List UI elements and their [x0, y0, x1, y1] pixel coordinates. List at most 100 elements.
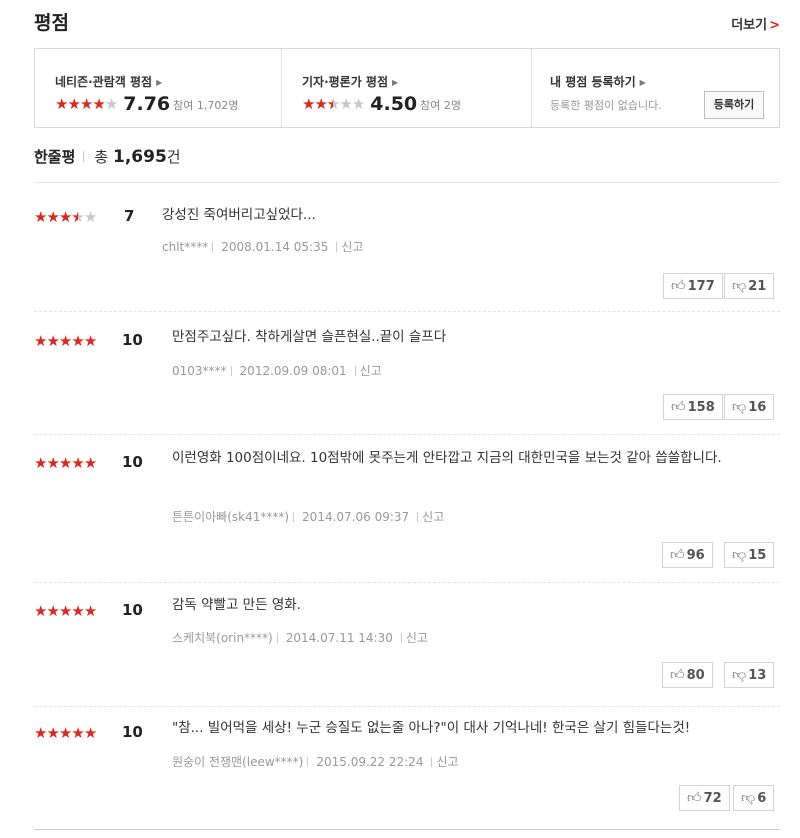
star-icon: ★: [71, 602, 84, 620]
review-section-title: 한줄평: [34, 148, 76, 166]
netizen-count: 참여 1,702명: [173, 99, 239, 112]
dislike-button[interactable]: 👎︎ 16: [724, 394, 775, 420]
report-link[interactable]: 신고: [436, 755, 458, 769]
like-button[interactable]: 👍︎ 177: [663, 273, 723, 299]
netizen-rating-label: 네티즌·관람객 평점: [55, 75, 153, 89]
review-total-prefix: 총: [94, 148, 109, 166]
divider: [293, 512, 295, 522]
dislike-button[interactable]: 👎︎ 13: [724, 662, 775, 688]
star-icon: ★: [34, 454, 47, 472]
my-rating: 내 평점 등록하기 ▶ 등록한 평점이 없습니다. 등록하기: [532, 49, 779, 127]
star-icon: ★: [34, 602, 47, 620]
star-icon: ★: [34, 208, 47, 226]
star-icon: ★: [58, 724, 72, 742]
review-meta: 원숭이 전쟁맨(leew****) 2015.09.22 22:24 신고: [172, 753, 459, 770]
review-meta: 튼튼이아빠(sk41****) 2014.07.06 09:37 신고: [172, 508, 444, 525]
star-icon: ★: [34, 332, 47, 350]
chevron-right-icon: >: [769, 18, 780, 33]
critic-rating-label: 기자·평론가 평점: [302, 75, 389, 89]
thumbs-up-icon: 👍︎: [671, 399, 686, 415]
thumbs-down-icon: 👎︎: [741, 790, 756, 806]
dislike-button[interactable]: 👎︎ 15: [724, 542, 775, 568]
star-icon: ★: [55, 95, 68, 113]
thumbs-down-icon: 👎︎: [732, 547, 747, 563]
star-icon: ★: [302, 95, 315, 113]
star-icon: ★: [71, 208, 84, 226]
dislike-count: 13: [748, 668, 767, 683]
review-score: 10: [122, 331, 143, 349]
star-icon: ★: [83, 454, 97, 472]
review-date: 2012.09.09 08:01: [239, 364, 347, 378]
review-text: 만점주고싶다. 착하게살면 슬픈현실..끝이 슬프다: [172, 329, 447, 345]
review-meta: chlt**** 2008.01.14 05:35 신고: [162, 238, 363, 255]
star-icon: ★: [34, 724, 47, 742]
star-icon: ★: [67, 95, 80, 113]
review-score: 10: [122, 601, 143, 619]
star-icon: ★: [339, 95, 352, 113]
star-icon: ★: [83, 602, 97, 620]
star-icon: ★: [83, 208, 97, 226]
header: 평점 더보기 >: [34, 8, 780, 36]
report-link[interactable]: 신고: [341, 240, 363, 254]
report-link[interactable]: 신고: [360, 364, 382, 378]
star-icon: ★: [314, 95, 327, 113]
review-star-rating: ★★★★★: [34, 454, 97, 472]
thumbs-down-icon: 👎︎: [732, 667, 747, 683]
review-item: ★★★★★ 10 이런영화 100점이네요. 10점밖에 못주는게 안타깝고 지금의…: [34, 435, 780, 583]
like-button[interactable]: 👍︎ 72: [679, 785, 730, 811]
more-link[interactable]: 더보기 >: [731, 14, 780, 33]
review-item: ★★★★★ 10 "참... 빌어먹을 세상! 누군 승질도 없는줄 아나?"이 대…: [34, 707, 780, 829]
review-text: "참... 빌어먹을 세상! 누군 승질도 없는줄 아나?"이 대사 기억나네!…: [172, 720, 691, 736]
star-rating: ★★★★★: [302, 93, 365, 115]
like-button[interactable]: 👍︎ 158: [663, 394, 723, 420]
arrow-right-icon: ▶: [392, 78, 399, 87]
review-text: 감독 약빨고 만든 영화.: [172, 597, 301, 613]
star-icon: ★: [46, 602, 59, 620]
review-item: ★★★★★ 10 만점주고싶다. 착하게살면 슬픈현실..끝이 슬프다 0103***…: [34, 312, 780, 435]
star-icon: ★: [71, 454, 84, 472]
page-title: 평점: [34, 12, 69, 34]
review-total-suffix: 건: [166, 148, 181, 166]
review-count-header: 한줄평 총 1,695건: [34, 146, 181, 170]
review-author: 튼튼이아빠(sk41****): [172, 510, 290, 524]
star-icon: ★: [46, 208, 59, 226]
divider: [307, 757, 309, 767]
my-rating-label: 내 평점 등록하기: [550, 75, 636, 89]
divider: [417, 512, 419, 522]
thumbs-up-icon: 👍︎: [670, 547, 685, 563]
like-count: 80: [686, 668, 705, 683]
star-icon: ★: [46, 724, 59, 742]
review-star-rating: ★★★★★: [34, 332, 97, 350]
dislike-button[interactable]: 👎︎ 21: [724, 273, 775, 299]
report-link[interactable]: 신고: [406, 631, 428, 645]
like-button[interactable]: 👍︎ 80: [662, 662, 713, 688]
divider: [34, 829, 780, 830]
divider: [400, 633, 402, 643]
netizen-rating: 네티즌·관람객 평점 ▶ ★★★★★ 7.76 참여 1,702명: [35, 49, 282, 127]
star-icon: ★: [104, 95, 118, 113]
netizen-rating-link[interactable]: 네티즌·관람객 평점 ▶: [55, 73, 162, 90]
like-count: 72: [703, 791, 722, 806]
critic-score: 4.50: [370, 93, 418, 115]
star-icon: ★: [58, 208, 72, 226]
register-button[interactable]: 등록하기: [704, 91, 764, 119]
star-rating: ★★★★★: [55, 93, 118, 115]
star-icon: ★: [58, 602, 72, 620]
divider: [354, 366, 356, 376]
dislike-button[interactable]: 👎︎ 6: [733, 785, 775, 811]
report-link[interactable]: 신고: [422, 510, 444, 524]
review-date: 2015.09.22 22:24: [316, 755, 424, 769]
dislike-count: 21: [748, 279, 767, 294]
rating-summary: 네티즌·관람객 평점 ▶ ★★★★★ 7.76 참여 1,702명 기자·평론가 평점…: [34, 48, 780, 128]
star-icon: ★: [46, 332, 59, 350]
my-rating-empty-text: 등록한 평점이 없습니다.: [550, 99, 662, 112]
dislike-count: 16: [748, 400, 767, 415]
dislike-count: 15: [748, 548, 767, 563]
critic-count: 참여 2명: [420, 99, 462, 112]
like-button[interactable]: 👍︎ 96: [662, 542, 713, 568]
review-total-count: 1,695: [113, 147, 167, 167]
like-count: 177: [687, 279, 715, 294]
star-icon: ★: [71, 724, 84, 742]
critic-rating-link[interactable]: 기자·평론가 평점 ▶: [302, 73, 398, 90]
my-rating-link[interactable]: 내 평점 등록하기 ▶: [550, 73, 646, 90]
